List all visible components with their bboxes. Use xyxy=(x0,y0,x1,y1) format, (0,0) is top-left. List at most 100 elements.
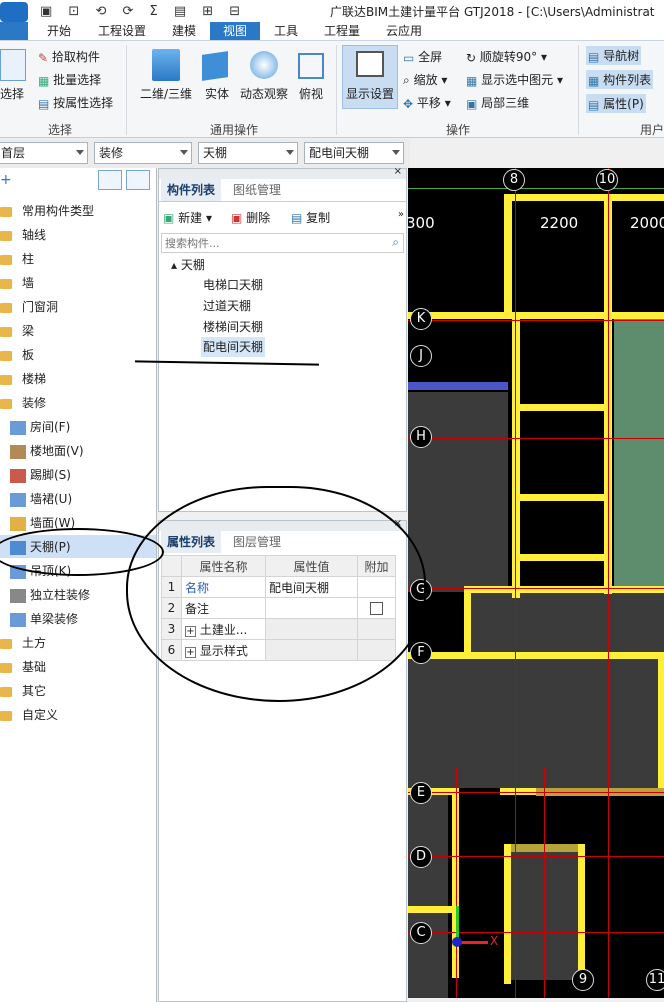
tree-item-beam[interactable]: 梁 xyxy=(0,320,34,342)
add-icon[interactable]: + xyxy=(0,172,12,188)
list-item[interactable]: 过道天棚 xyxy=(203,296,251,316)
component-select[interactable]: 配电间天棚 xyxy=(304,142,404,164)
folder-icon xyxy=(0,662,12,673)
category-select[interactable]: 装修 xyxy=(94,142,192,164)
comp-list-toggle[interactable]: ▦ 构件列表 xyxy=(586,70,654,89)
grid-line xyxy=(408,932,664,933)
tree-item-dado[interactable]: 墙裙(U) xyxy=(10,488,72,510)
fullscreen-button[interactable]: ▭ 全屏 xyxy=(403,48,442,65)
tree-item-common[interactable]: 常用构件类型 xyxy=(0,200,94,222)
zoom-label: 缩放 xyxy=(413,73,438,87)
rotate-button[interactable]: ↻ 顺旋转90° ▾ xyxy=(466,48,547,65)
file-menu-button[interactable] xyxy=(0,22,28,40)
tree-item-column-finish[interactable]: 独立柱装修 xyxy=(10,584,90,606)
tree-item-other[interactable]: 其它 xyxy=(0,680,46,702)
tab-start[interactable]: 开始 xyxy=(36,22,82,40)
display-settings-button[interactable]: 显示设置 xyxy=(346,85,394,102)
quick-access-toolbar[interactable]: ▣ ⊡ ⟲ ⟳ Σ ▤ ⊞ ⊟ xyxy=(40,4,246,19)
wall xyxy=(578,844,585,984)
solid-button[interactable]: 实体 xyxy=(205,85,229,102)
more-icon[interactable]: » xyxy=(398,209,404,220)
select-by-attr-button[interactable]: ▤ 按属性选择 xyxy=(38,94,113,111)
tab-view[interactable]: 视图 xyxy=(210,22,260,40)
list-view-icon[interactable] xyxy=(98,170,122,190)
tab-cloud[interactable]: 云应用 xyxy=(376,22,432,40)
wall-surface-icon xyxy=(10,516,26,531)
axis-marker: 8 xyxy=(503,169,525,191)
tab-component-list[interactable]: 构件列表 xyxy=(161,179,222,201)
wall xyxy=(504,194,512,314)
display-settings-icon xyxy=(356,51,384,77)
tree-item-skirting[interactable]: 踢脚(S) xyxy=(10,464,71,486)
chevron-down-icon xyxy=(392,150,400,155)
tree-item-foundation[interactable]: 基础 xyxy=(0,656,46,678)
divider xyxy=(578,45,579,135)
folder-icon xyxy=(0,686,12,697)
batch-select-button[interactable]: ▦ 批量选择 xyxy=(38,71,101,88)
room-area xyxy=(408,658,658,788)
tree-item-slab[interactable]: 板 xyxy=(0,344,34,366)
type-select[interactable]: 天棚 xyxy=(198,142,298,164)
copy-button[interactable]: ▤ 复制 xyxy=(291,209,330,226)
nav-tree-toggle[interactable]: ▤ 导航树 xyxy=(586,46,642,65)
floor-select[interactable]: 首层 xyxy=(0,142,88,164)
tab-quantities[interactable]: 工程量 xyxy=(314,22,370,40)
tree-view-icon[interactable] xyxy=(126,170,150,190)
search-input[interactable] xyxy=(162,234,372,252)
tree-item-room[interactable]: 房间(F) xyxy=(10,416,70,438)
list-item[interactable]: 电梯口天棚 xyxy=(203,275,263,295)
folder-icon xyxy=(0,230,12,241)
ribbon: 选择 ✎ 拾取构件 ▦ 批量选择 ▤ 按属性选择 选择 二维/三维 实体 动态观… xyxy=(0,40,664,138)
close-icon[interactable]: × xyxy=(394,166,402,177)
green-room xyxy=(614,318,664,588)
tree-item-decoration[interactable]: 装修 xyxy=(0,392,46,414)
drawing-canvas[interactable]: 300 2200 2000 8 10 K J H G F E D C 9 11 … xyxy=(408,168,664,998)
tree-item-stairs[interactable]: 楼梯 xyxy=(0,368,46,390)
local-3d-button[interactable]: ▣ 局部三维 xyxy=(466,94,529,111)
chevron-down-icon xyxy=(180,150,188,155)
tab-drawing-management[interactable]: 图纸管理 xyxy=(227,179,287,201)
folder-icon xyxy=(0,638,12,649)
dado-icon xyxy=(10,492,26,507)
axis-marker: E xyxy=(410,782,432,804)
search-icon[interactable]: ⌕ xyxy=(392,235,399,250)
grid-line xyxy=(544,768,545,998)
2d3d-icon xyxy=(152,49,180,81)
wall xyxy=(512,554,604,561)
panel-header: × xyxy=(159,166,406,179)
pick-component-button[interactable]: ✎ 拾取构件 xyxy=(38,48,100,65)
title-bar: ▣ ⊡ ⟲ ⟳ Σ ▤ ⊞ ⊟ 广联达BIM土建计量平台 GTJ2018 - [… xyxy=(0,0,664,22)
zoom-button[interactable]: ⌕ 缩放 ▾ xyxy=(403,71,447,88)
tree-item-door-window[interactable]: 门窗洞 xyxy=(0,296,58,318)
nav-tree-label: 导航树 xyxy=(603,49,640,63)
delete-button[interactable]: ▣ 删除 xyxy=(231,209,270,226)
search-box[interactable]: ⌕ xyxy=(161,233,404,253)
list-item[interactable]: 楼梯间天棚 xyxy=(203,317,263,337)
window-title: 广联达BIM土建计量平台 GTJ2018 - [C:\Users\Adminis… xyxy=(330,5,655,19)
tree-item-earthwork[interactable]: 土方 xyxy=(0,632,46,654)
props-icon: ▤ xyxy=(588,97,600,112)
tree-item-column[interactable]: 柱 xyxy=(0,248,34,270)
tree-item-wall[interactable]: 墙 xyxy=(0,272,34,294)
tab-project-settings[interactable]: 工程设置 xyxy=(88,22,156,40)
axis-marker: J xyxy=(410,345,432,367)
beam-finish-icon xyxy=(10,612,26,627)
orbit-button[interactable]: 动态观察 xyxy=(240,85,288,102)
tree-item-floor[interactable]: 楼地面(V) xyxy=(10,440,84,462)
general-group-label: 通用操作 xyxy=(210,123,259,137)
tree-item-beam-finish[interactable]: 单梁装修 xyxy=(10,608,78,630)
pan-button[interactable]: ✥ 平移 ▾ xyxy=(403,94,451,111)
component-tree-root[interactable]: ▴ 天棚 xyxy=(171,255,205,275)
tree-item-axis[interactable]: 轴线 xyxy=(0,224,46,246)
tree-item-custom[interactable]: 自定义 xyxy=(0,704,58,726)
tab-tools[interactable]: 工具 xyxy=(264,22,308,40)
select-icon xyxy=(0,49,26,81)
show-selected-button[interactable]: ▦ 显示选中图元 ▾ xyxy=(466,71,563,88)
top-view-button[interactable]: 俯视 xyxy=(299,85,323,102)
list-item-selected[interactable]: 配电间天棚 xyxy=(201,337,266,357)
tab-modeling[interactable]: 建模 xyxy=(162,22,206,40)
2d3d-button[interactable]: 二维/三维 xyxy=(140,85,192,102)
props-toggle[interactable]: ▤ 属性(P) xyxy=(586,94,646,113)
select-button[interactable]: 选择 xyxy=(0,85,24,102)
new-button[interactable]: ▣ 新建 ▾ xyxy=(163,209,212,226)
